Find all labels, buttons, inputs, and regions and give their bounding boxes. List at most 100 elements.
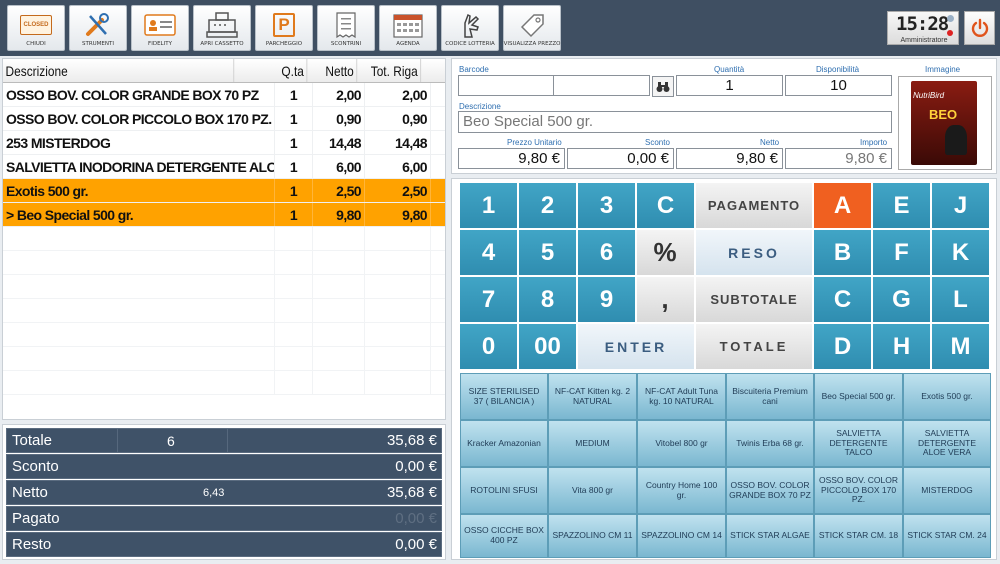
logged-user: Amministratore [900,37,948,44]
discount-field[interactable]: 0,00 € [567,148,674,169]
key-letter-h[interactable]: H [872,323,931,370]
product-button[interactable]: OSSO CICCHE BOX 400 PZ [460,514,548,558]
key-letter-k[interactable]: K [931,229,990,276]
empty-row [3,299,445,323]
key-7[interactable]: 7 [459,276,518,323]
row-desc: > Beo Special 500 gr. [3,203,275,226]
pagamento-button[interactable]: PAGAMENTO [695,182,813,229]
product-button[interactable]: SALVIETTA DETERGENTE TALCO [814,420,903,467]
key-00[interactable]: 00 [518,323,577,370]
product-button[interactable]: MEDIUM [548,420,637,467]
product-button[interactable]: OSSO BOV. COLOR GRANDE BOX 70 PZ [726,467,814,514]
product-button[interactable]: Vita 800 gr [548,467,637,514]
pagato-row: Pagato 0,00 € [6,506,442,531]
totale-button[interactable]: TOTALE [695,323,813,370]
row-total: 2,00 [365,83,431,106]
key-letter-d[interactable]: D [813,323,872,370]
keypad-panel: 1 2 3 C PAGAMENTO 4 5 6 % RESO 7 8 9 , S… [451,178,997,560]
price-tag-icon [512,11,552,39]
key-5[interactable]: 5 [518,229,577,276]
codice-lotteria-button[interactable]: CODICE LOTTERIA [441,5,499,51]
unit-price-label: Prezzo Unitario [507,138,562,147]
row-net: 2,50 [313,179,365,202]
product-button[interactable]: Kracker Amazonian [460,420,548,467]
power-button[interactable] [964,11,995,45]
product-button[interactable]: OSSO BOV. COLOR PICCOLO BOX 170 PZ. [814,467,903,514]
barcode-input-extra[interactable] [553,75,650,96]
product-button[interactable]: MISTERDOG [903,467,991,514]
product-button[interactable]: Beo Special 500 gr. [814,373,903,420]
key-letter-j[interactable]: J [931,182,990,229]
table-row-selected[interactable]: > Beo Special 500 gr. 1 9,80 9,80 [3,203,445,227]
product-button[interactable]: SPAZZOLINO CM 14 [637,514,726,558]
product-button[interactable]: Country Home 100 gr. [637,467,726,514]
key-9[interactable]: 9 [577,276,636,323]
key-letter-e[interactable]: E [872,182,931,229]
agenda-button[interactable]: AGENDA [379,5,437,51]
amount-label: Importo [860,138,888,147]
product-button[interactable]: NF-CAT Kitten kg. 2 NATURAL [548,373,637,420]
table-row[interactable]: OSSO BOV. COLOR GRANDE BOX 70 PZ 1 2,00 2,0… [3,83,445,107]
key-2[interactable]: 2 [518,182,577,229]
key-letter-a[interactable]: A [813,182,872,229]
product-button[interactable]: SALVIETTA DETERGENTE ALOE VERA [903,420,991,467]
table-row[interactable]: Exotis 500 gr. 1 2,50 2,50 [3,179,445,203]
product-button[interactable]: SIZE STERILISED 37 ( BILANCIA ) [460,373,548,420]
parcheggio-label: PARCHEGGIO [265,41,303,47]
scontrini-label: SCONTRINI [330,41,362,47]
product-button[interactable]: STICK STAR CM. 24 [903,514,991,558]
product-button[interactable]: SPAZZOLINO CM 11 [548,514,637,558]
key-letter-f[interactable]: F [872,229,931,276]
row-total: 6,00 [365,155,431,178]
unit-price-field[interactable]: 9,80 € [458,148,565,169]
table-row[interactable]: SALVIETTA INODORINA DETERGENTE ALOE VERA… [3,155,445,179]
subtotale-button[interactable]: SUBTOTALE [695,276,813,323]
net-field[interactable]: 9,80 € [676,148,783,169]
connection-icon [947,15,954,22]
closed-sign-icon: CLOSED [16,11,56,39]
row-qty: 1 [275,131,313,154]
table-row[interactable]: OSSO BOV. COLOR PICCOLO BOX 170 PZ. 1 0,90… [3,107,445,131]
row-total: 9,80 [365,203,431,226]
reso-button[interactable]: RESO [695,229,813,276]
parcheggio-button[interactable]: P PARCHEGGIO [255,5,313,51]
product-button[interactable]: STICK STAR ALGAE [726,514,814,558]
totale-count: 6 [167,432,175,449]
product-button[interactable]: NF-CAT Adult Tuna kg. 10 NATURAL [637,373,726,420]
strumenti-button[interactable]: STRUMENTI [69,5,127,51]
scontrini-button[interactable]: SCONTRINI [317,5,375,51]
key-6[interactable]: 6 [577,229,636,276]
fidelity-button[interactable]: FIDELITY [131,5,189,51]
key-1[interactable]: 1 [459,182,518,229]
key-4[interactable]: 4 [459,229,518,276]
product-button[interactable]: ROTOLINI SFUSI [460,467,548,514]
product-button[interactable]: Twinis Erba 68 gr. [726,420,814,467]
barcode-input[interactable] [458,75,554,96]
apri-cassetto-button[interactable]: APRI CASSETTO [193,5,251,51]
key-letter-l[interactable]: L [931,276,990,323]
product-button[interactable]: Exotis 500 gr. [903,373,991,420]
tools-icon [78,11,118,39]
table-row[interactable]: 253 MISTERDOG 1 14,48 14,48 [3,131,445,155]
chiudi-button[interactable]: CLOSED CHIUDI [7,5,65,51]
key-0[interactable]: 0 [459,323,518,370]
key-8[interactable]: 8 [518,276,577,323]
product-button[interactable]: Vitobel 800 gr [637,420,726,467]
key-3[interactable]: 3 [577,182,636,229]
visualizza-prezzo-button[interactable]: VISUALIZZA PREZZO [503,5,561,51]
sconto-label: Sconto [12,458,59,475]
key-letter-g[interactable]: G [872,276,931,323]
enter-button[interactable]: ENTER [577,323,695,370]
key-letter-c[interactable]: C [813,276,872,323]
apri-cassetto-label: APRI CASSETTO [200,41,244,47]
key-letter-b[interactable]: B [813,229,872,276]
key-percent[interactable]: % [636,229,695,276]
search-barcode-button[interactable] [652,76,674,97]
product-button[interactable]: STICK STAR CM. 18 [814,514,903,558]
qty-input[interactable]: 1 [676,75,783,96]
key-comma[interactable]: , [636,276,695,323]
key-letter-m[interactable]: M [931,323,990,370]
key-clear[interactable]: C [636,182,695,229]
description-field[interactable]: Beo Special 500 gr. [458,111,892,133]
product-button[interactable]: Biscuiteria Premium cani [726,373,814,420]
